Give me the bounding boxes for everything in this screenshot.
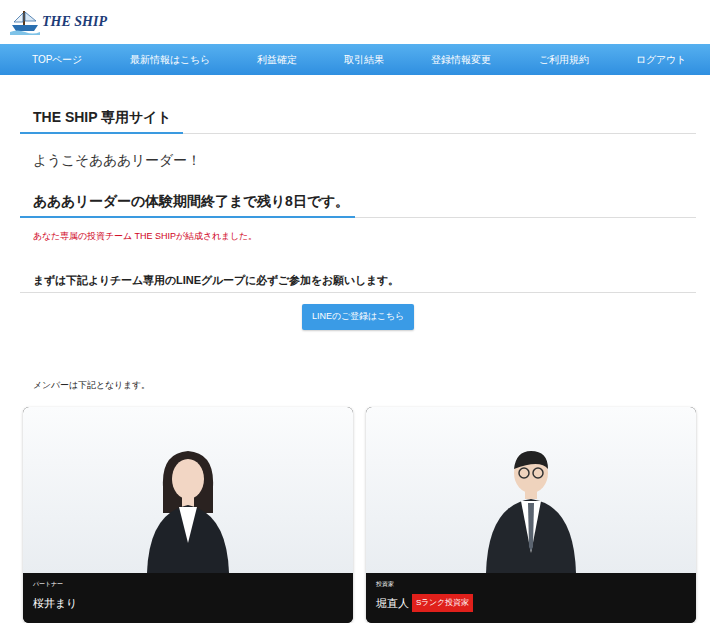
team-notice: あなた専属の投資チーム THE SHIPが結成されました。 [20,230,696,242]
member-card[interactable]: 投資家堀直人Sランク投資家 [366,407,696,623]
nav-item[interactable]: 最新情報はこちら [130,53,210,67]
nav-item[interactable]: 利益確定 [257,53,297,67]
line-instruction: まずは下記よりチーム専用のLINEグループに必ずご参加をお願いします。 [20,272,696,288]
ship-icon [10,9,40,35]
line-section: まずは下記よりチーム専用のLINEグループに必ずご参加をお願いします。 [20,272,696,293]
member-name-row: 堀直人Sランク投資家 [376,594,686,612]
nav-bar: TOPページ 最新情報はこちら 利益確定 取引結果 登録情報変更 ご利用規約 ログアウト [0,44,710,75]
trial-section: あああリーダーの体験期間終了まで残り8日です。 [20,189,696,218]
logo-text[interactable]: THE SHIP [42,13,107,35]
nav-item[interactable]: 登録情報変更 [431,53,491,67]
member-role: 投資家 [376,580,686,589]
page-title-section: THE SHIP 専用サイト [20,75,696,134]
page-title: THE SHIP 専用サイト [20,107,183,134]
welcome-message: ようこそあああリーダー！ [20,150,696,170]
logo[interactable]: THE SHIP [10,9,107,35]
nav-item[interactable]: 取引結果 [344,53,384,67]
member-photo [23,407,353,573]
woman-portrait-icon [133,443,243,573]
member-name-row: 桜井まり [33,594,343,612]
man-portrait-icon [476,443,586,573]
member-name: 堀直人 [376,594,409,612]
trial-notice: あああリーダーの体験期間終了まで残り8日です。 [20,191,355,218]
member-info: 投資家堀直人Sランク投資家 [366,573,696,623]
site-header: THE SHIP [0,0,710,44]
nav-item[interactable]: ログアウト [636,53,686,67]
members-intro: メンバーは下記となります。 [20,379,696,391]
member-name: 桜井まり [33,594,77,612]
line-button-row: LINEのご登録はこちら [20,304,696,330]
rank-badge: Sランク投資家 [412,594,473,612]
nav-item[interactable]: TOPページ [32,53,82,67]
line-register-button[interactable]: LINEのご登録はこちら [302,304,414,330]
member-list: パートナー桜井まり投資家堀直人Sランク投資家 [20,407,696,623]
main-content: THE SHIP 専用サイト ようこそあああリーダー！ あああリーダーの体験期間… [0,75,710,623]
member-photo [366,407,696,573]
member-card[interactable]: パートナー桜井まり [23,407,353,623]
member-info: パートナー桜井まり [23,573,353,623]
nav-item[interactable]: ご利用規約 [539,53,589,67]
member-role: パートナー [33,580,343,589]
